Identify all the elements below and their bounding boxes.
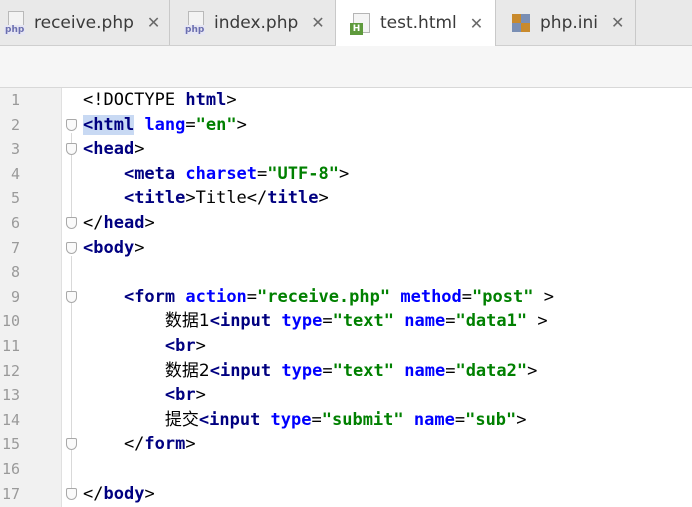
close-icon[interactable]: ✕ <box>470 14 483 33</box>
line-number: 10 <box>1 312 20 331</box>
code-line[interactable]: 6 </head> <box>0 211 692 236</box>
fold-marker-icon[interactable] <box>66 290 77 303</box>
tab-label: php.ini <box>540 12 598 33</box>
line-number: 14 <box>1 410 20 429</box>
code-text: 提交<input type="submit" name="sub"> <box>164 409 527 430</box>
fold-marker-icon[interactable] <box>66 241 77 254</box>
line-number: 3 <box>10 140 20 159</box>
tab-label: receive.php <box>34 12 134 33</box>
line-number: 2 <box>10 115 20 134</box>
editor-tab-bar: php receive.php ✕ php index.php ✕ H test… <box>0 0 692 46</box>
code-line[interactable]: 9 <form action="receive.php" method="pos… <box>0 285 692 310</box>
fold-marker-icon[interactable] <box>66 438 77 451</box>
code-line[interactable]: 14 提交<input type="submit" name="sub"> <box>0 408 692 433</box>
code-line[interactable]: 11 <br> <box>0 334 692 359</box>
code-text: </body> <box>83 483 155 504</box>
fold-marker-icon[interactable] <box>66 217 77 229</box>
code-text: 数据1<input type="text" name="data1" > <box>164 311 548 332</box>
line-number: 15 <box>1 435 20 454</box>
line-number: 4 <box>10 164 20 183</box>
tab-test-html[interactable]: H test.html ✕ <box>336 0 496 46</box>
line-number: 16 <box>1 460 20 478</box>
code-text: <title>Title</title> <box>123 188 329 209</box>
line-number: 11 <box>1 337 20 355</box>
tab-label: test.html <box>380 13 457 33</box>
close-icon[interactable]: ✕ <box>611 13 624 32</box>
fold-marker-icon[interactable] <box>66 487 77 500</box>
tab-label: index.php <box>214 12 299 33</box>
code-line[interactable]: 3 <head> <box>0 137 692 162</box>
line-number: 13 <box>1 386 20 405</box>
editor-breadcrumb-strip <box>0 46 692 88</box>
code-line[interactable]: 10 数据1<input type="text" name="data1" > <box>0 309 692 334</box>
code-line[interactable]: 1 <!DOCTYPE html> <box>0 88 692 113</box>
code-line[interactable]: 12 数据2<input type="text" name="data2"> <box>0 359 692 384</box>
close-icon[interactable]: ✕ <box>147 13 160 32</box>
code-text: <body> <box>83 237 145 258</box>
code-line[interactable]: 13 <br> <box>0 383 692 408</box>
code-line[interactable]: 5 <title>Title</title> <box>0 186 692 211</box>
line-number: 9 <box>10 287 20 306</box>
code-text: </head> <box>83 213 155 233</box>
code-text: <form action="receive.php" method="post"… <box>123 286 554 307</box>
code-text: <br> <box>164 336 206 356</box>
php-file-icon: php <box>184 10 208 35</box>
line-number: 1 <box>10 91 20 109</box>
line-number: 17 <box>1 484 20 503</box>
tab-php-ini[interactable]: php.ini ✕ <box>496 0 636 45</box>
code-text: <!DOCTYPE html> <box>83 90 237 110</box>
code-text: <meta charset="UTF-8"> <box>123 163 350 184</box>
ini-file-icon <box>510 11 534 35</box>
code-editor[interactable]: 1 <!DOCTYPE html> 2 <html lang="en"> 3 <head>… <box>0 88 692 507</box>
line-number: 8 <box>10 263 20 282</box>
code-text: </form> <box>83 434 196 455</box>
code-line[interactable]: 17 </body> <box>0 482 692 507</box>
line-number: 6 <box>10 214 20 232</box>
code-text: <head> <box>83 139 145 160</box>
tab-index-php[interactable]: php index.php ✕ <box>170 0 336 45</box>
code-text: <br> <box>164 385 206 406</box>
fold-marker-icon[interactable] <box>66 143 77 156</box>
line-number: 5 <box>10 189 20 208</box>
tab-receive-php[interactable]: php receive.php ✕ <box>0 0 170 45</box>
html-file-icon: H <box>350 11 374 35</box>
code-line[interactable]: 16 <box>0 457 692 482</box>
code-line[interactable]: 15 </form> <box>0 432 692 457</box>
code-line[interactable]: 7 <body> <box>0 236 692 261</box>
code-line[interactable]: 2 <html lang="en"> <box>0 113 692 138</box>
line-number: 12 <box>1 361 20 380</box>
code-text: 数据2<input type="text" name="data2"> <box>164 360 538 381</box>
line-number: 7 <box>10 238 20 257</box>
fold-marker-icon[interactable] <box>66 118 77 131</box>
code-line[interactable]: 8 <box>0 260 692 285</box>
close-icon[interactable]: ✕ <box>311 13 324 32</box>
code-text: <html lang="en"> <box>83 114 247 135</box>
code-line[interactable]: 4 <meta charset="UTF-8"> <box>0 162 692 187</box>
php-file-icon: php <box>4 10 28 35</box>
